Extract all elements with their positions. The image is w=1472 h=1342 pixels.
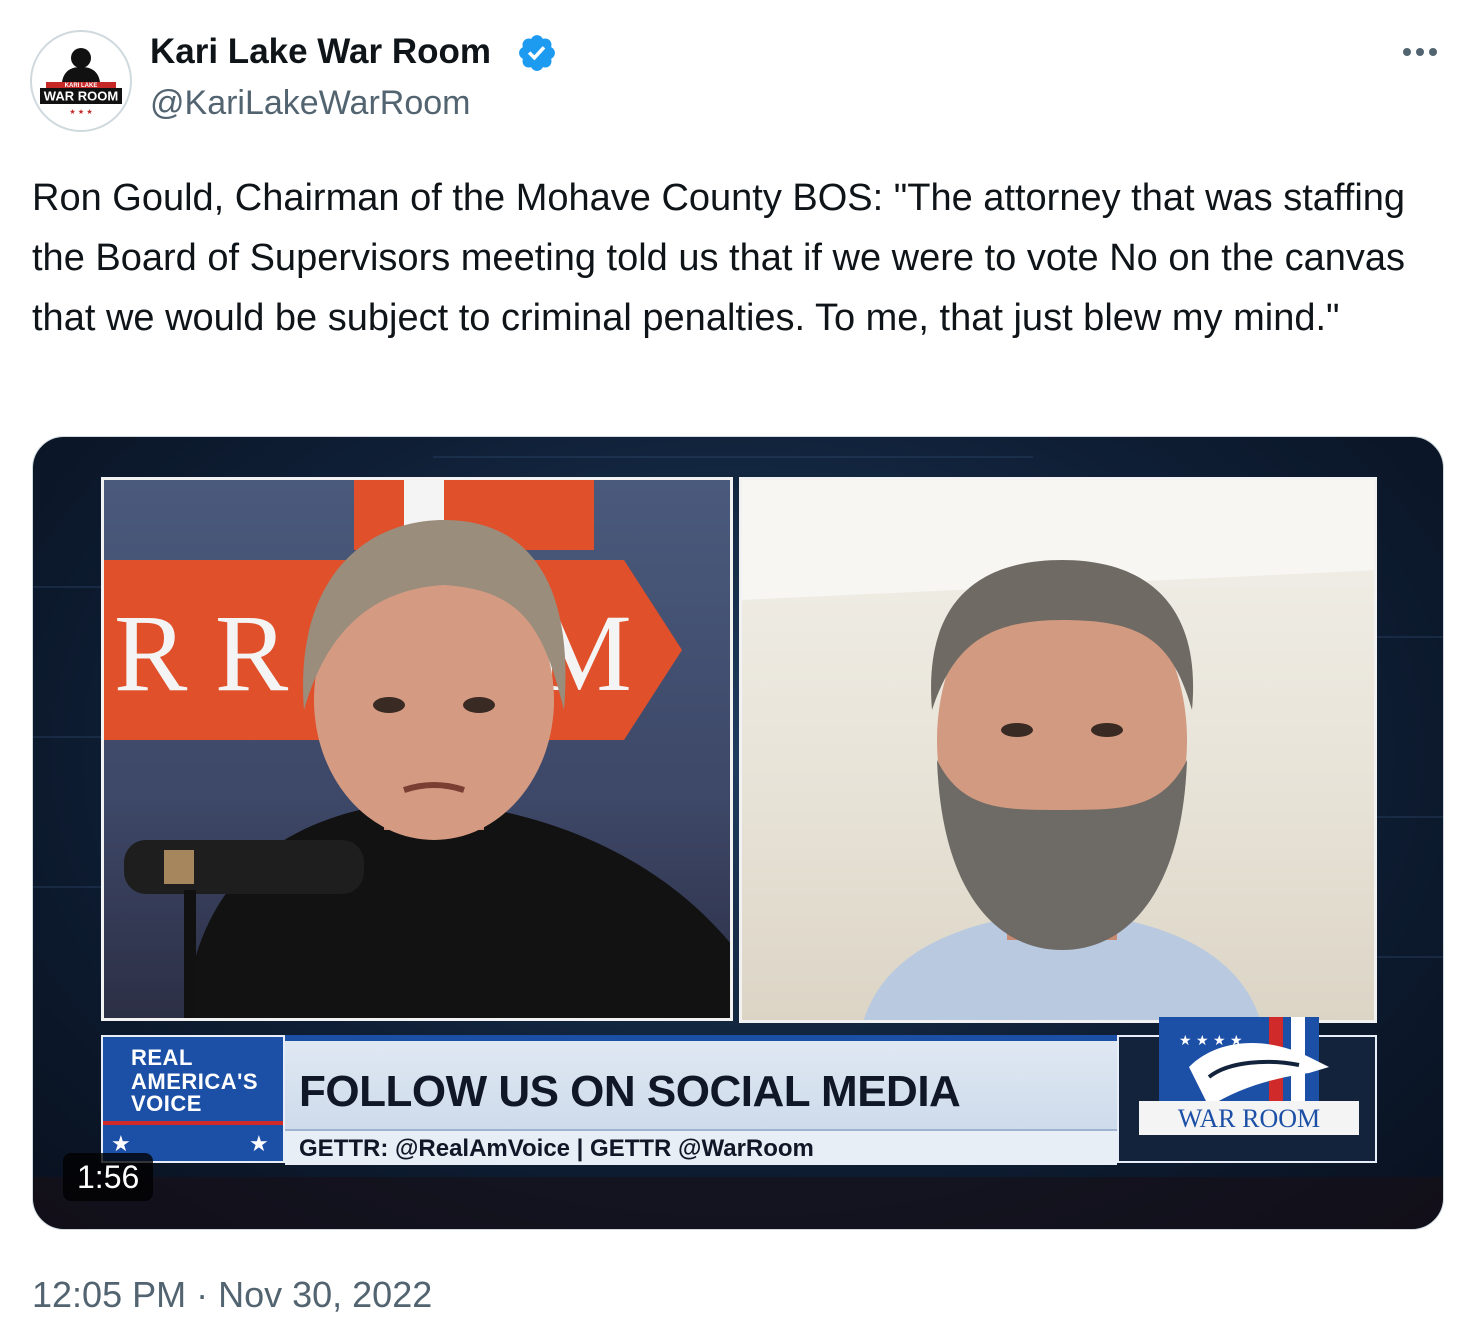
guest-scene-image: [742, 480, 1374, 1020]
headline-banner: FOLLOW US ON SOCIAL MEDIA GETTR: @RealAm…: [285, 1035, 1117, 1165]
eagle-flag-logo-image: ★ ★ ★ ★ WAR ROOM: [1139, 1017, 1359, 1135]
real-americas-voice-logo: REAL AMERICA'S VOICE ★ ★: [101, 1035, 285, 1163]
verified-badge-icon: [519, 35, 555, 71]
backdrop-text: R R: [114, 592, 289, 714]
host-scene-image: R R M: [104, 480, 730, 1018]
rav-line-3: VOICE: [131, 1091, 202, 1116]
video-player[interactable]: R R M REAL AMERICA'S VOICE ★ ★ FOLLOW US…: [32, 436, 1444, 1230]
war-room-logo-text: WAR ROOM: [1178, 1104, 1320, 1133]
tweet-header: KARI LAKE WAR ROOM ★ ★ ★ Kari Lake War R…: [0, 0, 1472, 140]
author-handle[interactable]: @KariLakeWarRoom: [150, 84, 470, 123]
tweet-timestamp[interactable]: 12:05 PM · Nov 30, 2022: [32, 1274, 432, 1316]
rav-line-2: AMERICA'S: [131, 1069, 259, 1094]
avatar-text-main: WAR ROOM: [44, 89, 118, 104]
banner-subline-text: GETTR: @RealAmVoice | GETTR @WarRoom: [299, 1135, 814, 1162]
avatar-logo-image: KARI LAKE WAR ROOM ★ ★ ★: [33, 33, 129, 129]
video-panel-left: R R M: [101, 477, 733, 1021]
tweet-text: Ron Gould, Chairman of the Mohave County…: [32, 177, 1416, 339]
author-display-name[interactable]: Kari Lake War Room: [150, 32, 491, 72]
video-panel-right: [739, 477, 1377, 1023]
banner-subline: GETTR: @RealAmVoice | GETTR @WarRoom: [285, 1129, 1117, 1165]
more-options-icon[interactable]: [1390, 30, 1450, 74]
war-room-logo: ★ ★ ★ ★ WAR ROOM: [1117, 1017, 1377, 1163]
svg-text:★: ★: [249, 1132, 269, 1157]
video-duration-badge: 1:56: [63, 1153, 154, 1201]
rav-line-1: REAL: [131, 1045, 193, 1070]
lower-third-banner: REAL AMERICA'S VOICE ★ ★ FOLLOW US ON SO…: [101, 1017, 1377, 1165]
svg-text:★ ★ ★: ★ ★ ★: [69, 108, 92, 116]
banner-headline: FOLLOW US ON SOCIAL MEDIA: [299, 1067, 961, 1116]
author-avatar[interactable]: KARI LAKE WAR ROOM ★ ★ ★: [30, 30, 132, 132]
